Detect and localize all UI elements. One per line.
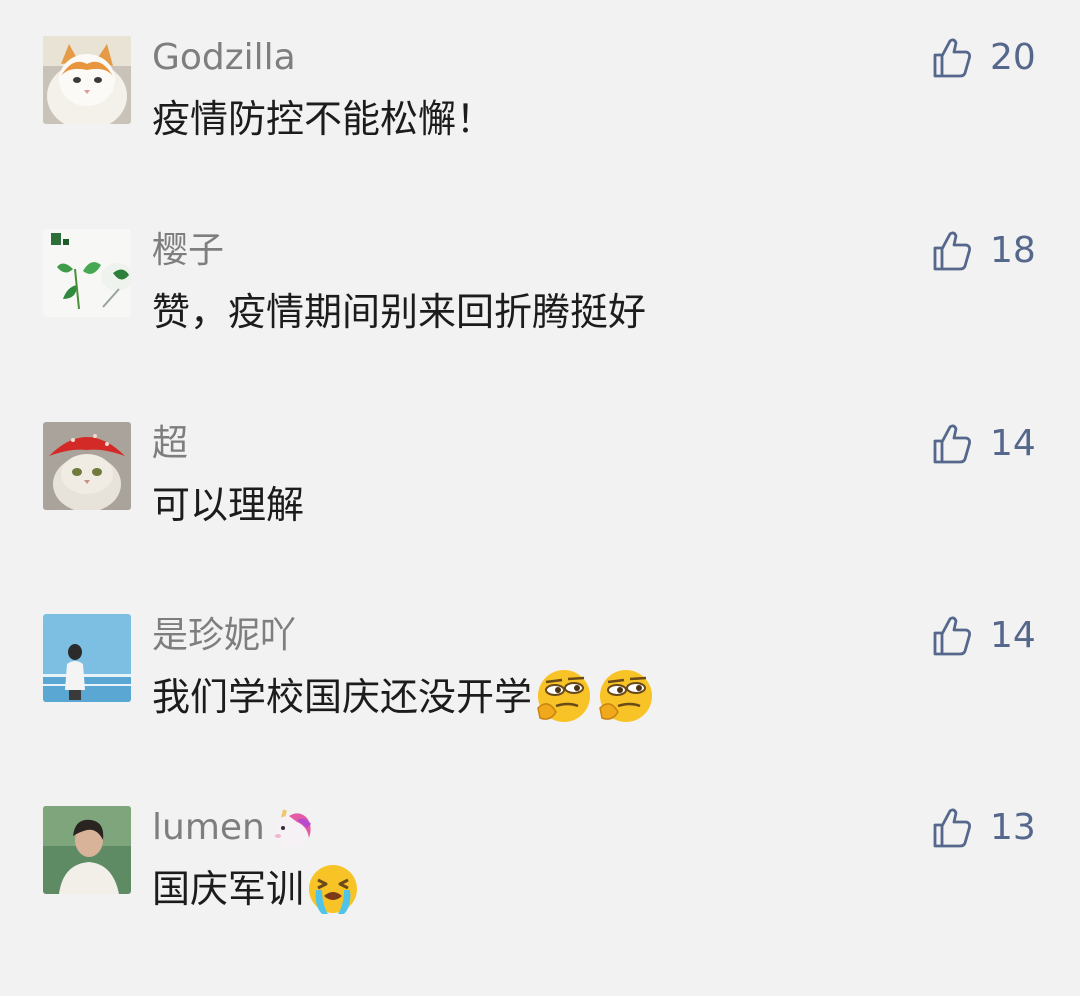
username-text: Godzilla bbox=[152, 37, 296, 78]
username[interactable]: 樱子 bbox=[152, 229, 224, 273]
username[interactable]: 超 bbox=[152, 422, 188, 466]
like-count: 14 bbox=[990, 423, 1036, 464]
comment-text: 赞，疫情期间别来回折腾挺好 bbox=[152, 287, 646, 337]
like-button[interactable]: 18 bbox=[930, 229, 1036, 273]
comment-text-content: 国庆军训 bbox=[152, 867, 305, 911]
avatar[interactable] bbox=[43, 36, 131, 124]
comment-item: lumen 国庆军训 13 bbox=[0, 806, 1080, 996]
cat-avatar-image bbox=[43, 36, 131, 124]
comment-item: 是珍妮吖 我们学校国庆还没开学 14 bbox=[0, 614, 1080, 804]
username[interactable]: 是珍妮吖 bbox=[152, 614, 296, 658]
like-button[interactable]: 20 bbox=[930, 36, 1036, 80]
comment-text: 我们学校国庆还没开学 bbox=[152, 670, 656, 722]
comment-text-content: 疫情防控不能松懈！ bbox=[152, 97, 495, 141]
username-text: 樱子 bbox=[152, 230, 225, 271]
like-count: 20 bbox=[990, 37, 1036, 78]
avatar[interactable] bbox=[43, 229, 131, 317]
comment-text-content: 赞，疫情期间别来回折腾挺好 bbox=[152, 290, 647, 334]
thumbs-up-icon bbox=[933, 424, 971, 464]
thumbs-up-icon bbox=[933, 808, 971, 848]
comment-text: 可以理解 bbox=[152, 480, 304, 530]
like-button[interactable]: 14 bbox=[930, 614, 1036, 658]
avatar[interactable] bbox=[43, 806, 131, 894]
bandana-cat-avatar-image bbox=[43, 422, 131, 510]
username-text: 超 bbox=[152, 423, 189, 464]
comment-text: 疫情防控不能松懈！ bbox=[152, 94, 494, 144]
like-count: 18 bbox=[990, 230, 1036, 271]
plant-avatar-image bbox=[43, 229, 131, 317]
username[interactable]: Godzilla bbox=[152, 36, 296, 80]
thumbs-up-icon bbox=[933, 38, 971, 78]
comment-text-content: 我们学校国庆还没开学 bbox=[152, 675, 533, 719]
comment-item: Godzilla 疫情防控不能松懈！ 20 bbox=[0, 36, 1080, 226]
smirking-face-emoji bbox=[534, 668, 594, 726]
girl-by-sea-avatar-image bbox=[43, 614, 131, 702]
crying-face-emoji bbox=[306, 862, 360, 916]
comment-text-content: 可以理解 bbox=[152, 483, 305, 527]
like-button[interactable]: 13 bbox=[930, 806, 1036, 850]
comment-item: 樱子 赞，疫情期间别来回折腾挺好 18 bbox=[0, 229, 1080, 419]
username-text: lumen bbox=[152, 807, 265, 848]
like-count: 14 bbox=[990, 615, 1036, 656]
avatar[interactable] bbox=[43, 422, 131, 510]
comment-item: 超 可以理解 14 bbox=[0, 422, 1080, 612]
username[interactable]: lumen bbox=[152, 806, 315, 850]
avatar[interactable] bbox=[43, 614, 131, 702]
comment-text: 国庆军训 bbox=[152, 864, 360, 914]
username-text: 是珍妮吖 bbox=[152, 615, 297, 656]
like-count: 13 bbox=[990, 807, 1036, 848]
smirking-face-emoji bbox=[596, 668, 656, 726]
person-avatar-image bbox=[43, 806, 131, 894]
thumbs-up-icon bbox=[933, 616, 971, 656]
thumbs-up-icon bbox=[933, 231, 971, 271]
like-button[interactable]: 14 bbox=[930, 422, 1036, 466]
unicorn-emoji bbox=[267, 806, 315, 850]
